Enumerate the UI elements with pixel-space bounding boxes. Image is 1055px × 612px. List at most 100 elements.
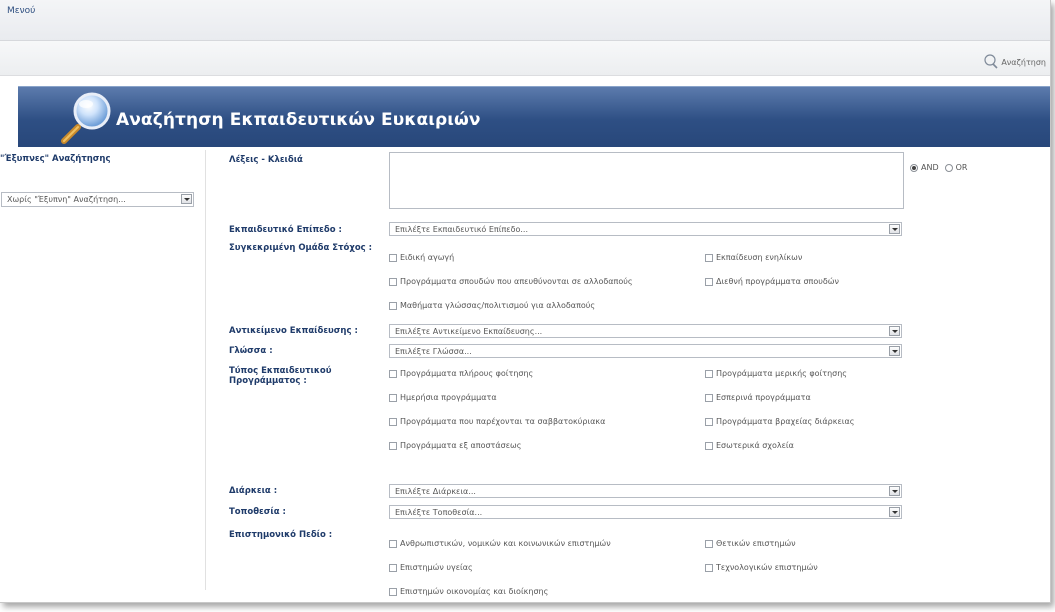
- chevron-down-icon[interactable]: [889, 326, 900, 336]
- option-label: Εσπερινά προγράμματα: [716, 393, 811, 402]
- and-radio[interactable]: [910, 163, 918, 172]
- program-type-label-line1: Τύπος Εκπαιδευτικού: [229, 366, 332, 376]
- target-group-option[interactable]: Ειδική αγωγή: [389, 253, 454, 262]
- location-select-value: Επιλέξτε Τοποθεσία...: [395, 508, 483, 517]
- program-type-option[interactable]: Εσωτερικά σχολεία: [705, 441, 794, 450]
- scientific-field-option[interactable]: Επιστημών οικονομίας και διοίκησης: [389, 587, 548, 596]
- page-banner: Αναζήτηση Εκπαιδευτικών Ευκαιριών: [18, 86, 1050, 147]
- target-group-option[interactable]: Προγράμματα σπουδών που απευθύνονται σε …: [389, 277, 633, 286]
- education-subject-select[interactable]: Επιλέξτε Αντικείμενο Εκπαίδευσης...: [389, 324, 902, 338]
- toolbar: Αναζήτηση: [0, 41, 1050, 76]
- checkbox[interactable]: [389, 393, 397, 402]
- target-group-option[interactable]: Μαθήματα γλώσσας/πολιτισμού για αλλοδαπο…: [389, 301, 595, 310]
- program-type-option[interactable]: Εσπερινά προγράμματα: [705, 393, 811, 402]
- target-group-label: Συγκεκριμένη Ομάδα Στόχος :: [229, 243, 373, 253]
- option-label: Θετικών επιστημών: [716, 539, 796, 548]
- checkbox[interactable]: [389, 417, 397, 426]
- program-type-option[interactable]: Προγράμματα εξ αποστάσεως: [389, 441, 521, 450]
- duration-select[interactable]: Επιλέξτε Διάρκεια...: [389, 484, 902, 498]
- top-menu-bar: Μενού: [0, 0, 1050, 41]
- location-label: Τοποθεσία :: [229, 507, 286, 517]
- option-label: Τεχνολογικών επιστημών: [716, 563, 818, 572]
- option-label: Προγράμματα μερικής φοίτησης: [716, 369, 847, 378]
- scientific-field-option[interactable]: Θετικών επιστημών: [705, 539, 796, 548]
- smart-search-select[interactable]: Χωρίς "Έξυπνη" Αναζήτηση...: [1, 192, 194, 207]
- option-label: Ειδική αγωγή: [400, 253, 455, 262]
- checkbox[interactable]: [705, 563, 713, 572]
- checkbox[interactable]: [389, 301, 397, 310]
- checkbox[interactable]: [389, 587, 397, 596]
- chevron-down-icon[interactable]: [889, 224, 900, 234]
- checkbox[interactable]: [389, 369, 397, 378]
- operator-radio-group: AND OR: [910, 163, 967, 172]
- checkbox[interactable]: [389, 539, 397, 548]
- chevron-down-icon[interactable]: [181, 194, 192, 204]
- option-label: Ανθρωπιστικών, νομικών και κοινωνικών επ…: [400, 539, 611, 548]
- smart-search-sidebar: "Έξυπνες" Αναζήτησης Χωρίς "Έξυπνη" Αναζ…: [0, 150, 206, 590]
- checkbox[interactable]: [389, 563, 397, 572]
- scientific-field-option[interactable]: Επιστημών υγείας: [389, 563, 473, 572]
- education-level-label: Εκπαιδευτικό Επίπεδο :: [229, 225, 342, 235]
- language-select-value: Επιλέξτε Γλώσσα...: [395, 347, 472, 356]
- location-select[interactable]: Επιλέξτε Τοποθεσία...: [389, 505, 902, 519]
- page-title: Αναζήτηση Εκπαιδευτικών Ευκαιριών: [116, 110, 481, 130]
- checkbox[interactable]: [389, 253, 397, 262]
- keywords-label: Λέξεις - Κλειδιά: [229, 155, 303, 165]
- checkbox[interactable]: [389, 441, 397, 450]
- education-level-select-value: Επιλέξτε Εκπαιδευτικό Επίπεδο...: [395, 225, 529, 234]
- checkbox[interactable]: [705, 277, 713, 286]
- program-type-option[interactable]: Προγράμματα μερικής φοίτησης: [705, 369, 847, 378]
- option-label: Προγράμματα που παρέχονται τα σαββατοκύρ…: [400, 417, 606, 426]
- chevron-down-icon[interactable]: [889, 346, 900, 356]
- search-link[interactable]: Αναζήτηση: [983, 54, 1046, 70]
- keywords-input[interactable]: [389, 152, 904, 209]
- scientific-field-option[interactable]: Τεχνολογικών επιστημών: [705, 563, 818, 572]
- program-type-option[interactable]: Προγράμματα πλήρους φοίτησης: [389, 369, 533, 378]
- program-type-option[interactable]: Προγράμματα που παρέχονται τα σαββατοκύρ…: [389, 417, 605, 426]
- smart-search-select-value: Χωρίς "Έξυπνη" Αναζήτηση...: [7, 195, 126, 204]
- checkbox[interactable]: [389, 277, 397, 286]
- checkbox[interactable]: [705, 253, 713, 262]
- search-link-label: Αναζήτηση: [1001, 57, 1046, 67]
- option-label: Εκπαίδευση ενηλίκων: [716, 253, 803, 262]
- program-type-option[interactable]: Ημερήσια προγράμματα: [389, 393, 497, 402]
- option-label: Διεθνή προγράμματα σπουδών: [716, 277, 839, 286]
- checkbox[interactable]: [705, 441, 713, 450]
- language-label: Γλώσσα :: [229, 346, 273, 356]
- option-label: Επιστημών οικονομίας και διοίκησης: [400, 587, 549, 596]
- program-type-label: Τύπος Εκπαιδευτικού Προγράμματος :: [229, 366, 332, 386]
- app-window: Μενού Αναζήτηση Αναζήτηση Εκπαιδευτικών …: [0, 0, 1051, 603]
- education-subject-select-value: Επιλέξτε Αντικείμενο Εκπαίδευσης...: [395, 327, 543, 336]
- duration-label: Διάρκεια :: [229, 486, 278, 496]
- checkbox[interactable]: [705, 369, 713, 378]
- target-group-option[interactable]: Εκπαίδευση ενηλίκων: [705, 253, 802, 262]
- education-level-select[interactable]: Επιλέξτε Εκπαιδευτικό Επίπεδο...: [389, 222, 902, 236]
- chevron-down-icon[interactable]: [889, 486, 900, 496]
- option-label: Προγράμματα σπουδών που απευθύνονται σε …: [400, 277, 633, 286]
- checkbox[interactable]: [705, 393, 713, 402]
- option-label: Εσωτερικά σχολεία: [716, 441, 794, 450]
- smart-search-header: "Έξυπνες" Αναζήτησης: [0, 154, 111, 164]
- option-label: Προγράμματα βραχείας διάρκειας: [716, 417, 855, 426]
- option-label: Προγράμματα εξ αποστάσεως: [400, 441, 522, 450]
- option-label: Μαθήματα γλώσσας/πολιτισμού για αλλοδαπο…: [400, 301, 596, 310]
- search-small-icon: [984, 54, 998, 69]
- checkbox[interactable]: [705, 417, 713, 426]
- chevron-down-icon[interactable]: [889, 507, 900, 517]
- target-group-option[interactable]: Διεθνή προγράμματα σπουδών: [705, 277, 839, 286]
- program-type-option[interactable]: Προγράμματα βραχείας διάρκειας: [705, 417, 854, 426]
- or-radio-label: OR: [955, 163, 968, 172]
- program-type-label-line2: Προγράμματος :: [229, 376, 307, 386]
- scientific-field-option[interactable]: Ανθρωπιστικών, νομικών και κοινωνικών επ…: [389, 539, 611, 548]
- option-label: Προγράμματα πλήρους φοίτησης: [400, 369, 534, 378]
- duration-select-value: Επιλέξτε Διάρκεια...: [395, 487, 476, 496]
- option-label: Επιστημών υγείας: [400, 563, 473, 572]
- or-radio[interactable]: [944, 163, 953, 172]
- education-subject-label: Αντικείμενο Εκπαίδευσης :: [229, 326, 358, 336]
- menu-button[interactable]: Μενού: [7, 6, 35, 16]
- option-label: Ημερήσια προγράμματα: [400, 393, 497, 402]
- and-radio-label: AND: [921, 163, 939, 172]
- language-select[interactable]: Επιλέξτε Γλώσσα...: [389, 344, 902, 358]
- magnifier-icon: [61, 92, 111, 144]
- checkbox[interactable]: [705, 539, 713, 548]
